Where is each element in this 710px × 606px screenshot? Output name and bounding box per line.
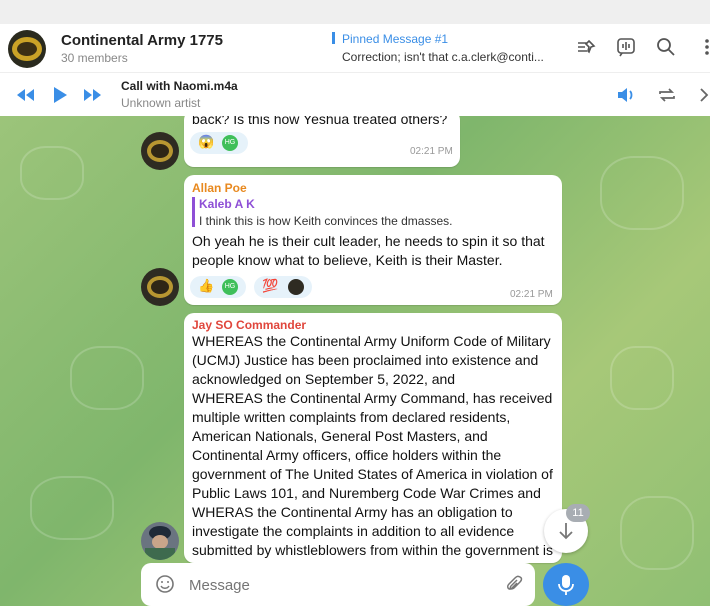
close-icon[interactable] — [698, 85, 710, 105]
reaction-user-avatar: HG — [222, 279, 238, 295]
window-top-strip — [0, 0, 710, 24]
message-text: back? Is this how Yeshua treated others? — [192, 116, 448, 127]
pin-list-icon[interactable] — [575, 36, 597, 58]
arrow-down-icon — [559, 523, 573, 540]
sender-name[interactable]: Allan Poe — [192, 181, 247, 195]
group-avatar[interactable] — [8, 30, 46, 68]
background-doodle — [70, 346, 144, 410]
reaction-emoji: 👍 — [198, 278, 215, 293]
message-time: 02:21 PM — [410, 146, 453, 157]
message-bubble[interactable]: Allan Poe Kaleb A K I think this is how … — [184, 175, 562, 305]
pinned-message-text[interactable]: Correction; isn't that c.a.clerk@conti..… — [342, 50, 550, 64]
microphone-icon — [558, 575, 574, 595]
attach-icon[interactable] — [503, 574, 523, 594]
reply-bar — [192, 197, 195, 227]
background-doodle — [610, 346, 674, 410]
background-doodle — [600, 156, 684, 230]
track-title[interactable]: Call with Naomi.m4a — [121, 79, 238, 93]
reaction-user-avatar — [288, 279, 304, 295]
voice-chat-icon[interactable] — [615, 36, 637, 58]
message-text: Oh yeah he is their cult leader, he need… — [192, 233, 545, 268]
reaction-group[interactable]: 💯 — [254, 276, 312, 298]
message-bubble[interactable]: back? Is this how Yeshua treated others?… — [184, 116, 460, 167]
unread-badge: 11 — [566, 504, 590, 522]
reply-text[interactable]: I think this is how Keith convinces the … — [199, 214, 452, 228]
background-doodle — [30, 476, 114, 540]
sender-avatar[interactable] — [141, 522, 179, 560]
message-text: WHEREAS the Continental Army Uniform Cod… — [192, 333, 554, 563]
pinned-indicator — [332, 32, 335, 44]
audio-player-bar: Call with Naomi.m4a Unknown artist — [0, 72, 710, 117]
chat-title[interactable]: Continental Army 1775 — [61, 32, 223, 49]
emoji-icon[interactable] — [155, 574, 175, 594]
track-artist: Unknown artist — [121, 96, 201, 110]
search-icon[interactable] — [655, 36, 677, 58]
play-icon[interactable] — [52, 85, 68, 105]
voice-message-button[interactable] — [543, 563, 589, 606]
message-time: 02:21 PM — [510, 289, 553, 300]
previous-icon[interactable] — [14, 86, 36, 104]
sender-avatar[interactable] — [141, 268, 179, 306]
volume-icon[interactable] — [615, 85, 637, 105]
chat-area[interactable]: back? Is this how Yeshua treated others?… — [0, 116, 710, 606]
reaction-user-avatar: HG — [222, 135, 238, 151]
next-icon[interactable] — [82, 86, 104, 104]
background-doodle — [620, 496, 694, 570]
message-bubble[interactable]: Jay SO Commander WHEREAS the Continental… — [184, 313, 562, 563]
sender-avatar[interactable] — [141, 132, 179, 170]
reaction-emoji: 😱 — [198, 134, 215, 149]
chat-header: Continental Army 1775 30 members Pinned … — [0, 24, 710, 72]
background-doodle — [20, 146, 84, 200]
message-input[interactable] — [187, 573, 491, 597]
member-count: 30 members — [61, 51, 128, 65]
sender-name[interactable]: Jay SO Commander — [192, 318, 306, 332]
repeat-icon[interactable] — [656, 85, 678, 105]
reply-author[interactable]: Kaleb A K — [199, 197, 255, 211]
message-input-bar — [141, 563, 535, 606]
pinned-message-title[interactable]: Pinned Message #1 — [342, 32, 448, 46]
reaction-group[interactable]: 😱 HG — [190, 132, 248, 154]
reaction-emoji: 💯 — [262, 278, 279, 293]
more-icon[interactable] — [696, 36, 710, 58]
reaction-group[interactable]: 👍 HG — [190, 276, 246, 298]
